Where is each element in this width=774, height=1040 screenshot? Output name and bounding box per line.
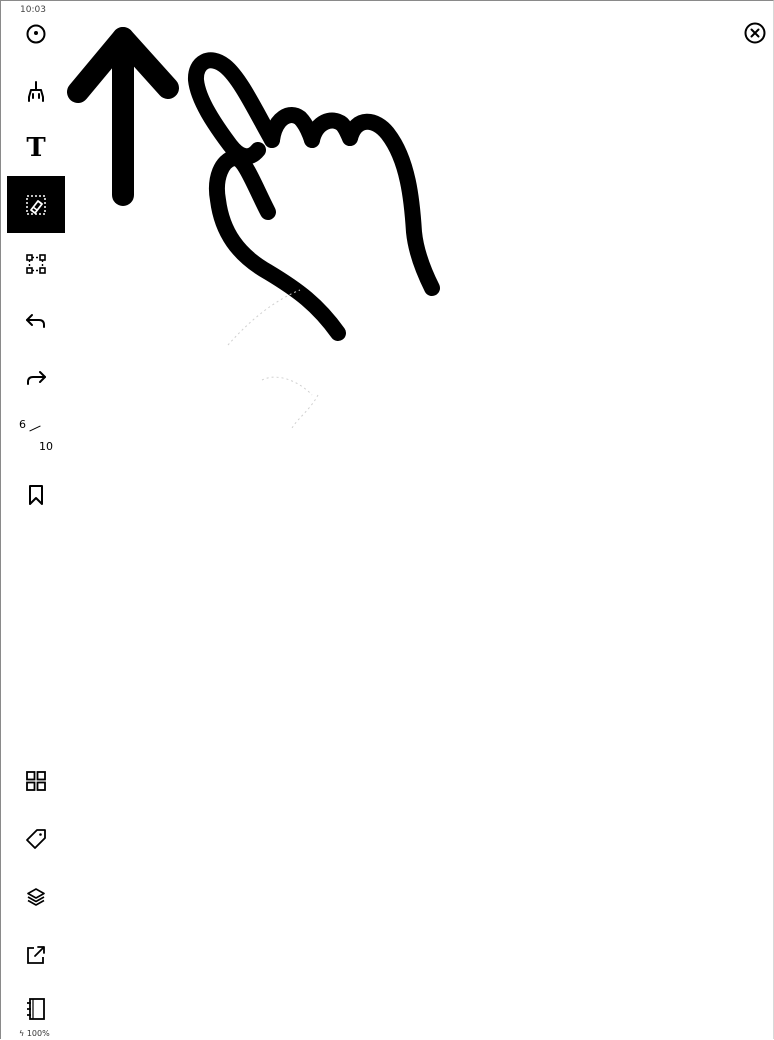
redo-icon bbox=[27, 370, 46, 385]
notebook-icon bbox=[27, 998, 45, 1020]
layers-button[interactable] bbox=[7, 868, 65, 925]
grid-icon bbox=[26, 770, 46, 791]
undo-button[interactable] bbox=[7, 292, 65, 349]
page-indicator[interactable]: 6 10 bbox=[7, 410, 65, 460]
text-tool-button[interactable]: T bbox=[7, 119, 65, 176]
tags-button[interactable] bbox=[7, 810, 65, 867]
share-button[interactable] bbox=[7, 926, 65, 983]
drawing-canvas[interactable] bbox=[66, 1, 772, 1038]
current-page: 6 bbox=[19, 418, 26, 431]
menu-button[interactable] bbox=[7, 5, 65, 62]
eraser-tool-button[interactable] bbox=[7, 176, 65, 233]
battery-level: 100% bbox=[26, 1029, 50, 1038]
notebook-button[interactable] bbox=[7, 984, 65, 1034]
battery-status: ϟ 100% bbox=[19, 1029, 50, 1038]
charging-icon: ϟ bbox=[19, 1029, 25, 1038]
circle-dot-icon bbox=[26, 24, 46, 43]
total-pages: 10 bbox=[39, 440, 53, 453]
ghost-strokes bbox=[227, 289, 319, 429]
tag-icon bbox=[26, 828, 46, 849]
up-arrow-drawing bbox=[67, 27, 179, 206]
swipe-up-gesture-illustration bbox=[67, 27, 440, 429]
pen-tool-button[interactable] bbox=[7, 63, 65, 120]
hand-drawing bbox=[188, 52, 440, 341]
select-tool-button[interactable] bbox=[7, 235, 65, 292]
eraser-icon bbox=[26, 194, 46, 215]
redo-button[interactable] bbox=[7, 349, 65, 406]
undo-icon bbox=[26, 313, 45, 328]
share-icon bbox=[27, 945, 45, 964]
text-icon: T bbox=[26, 132, 46, 163]
lasso-select-icon bbox=[26, 253, 46, 274]
pages-overview-button[interactable] bbox=[7, 752, 65, 809]
layers-icon bbox=[27, 887, 45, 906]
pen-icon bbox=[28, 80, 44, 102]
page-separator bbox=[29, 425, 41, 432]
bookmark-button[interactable] bbox=[7, 466, 65, 523]
bookmark-icon bbox=[29, 484, 43, 505]
